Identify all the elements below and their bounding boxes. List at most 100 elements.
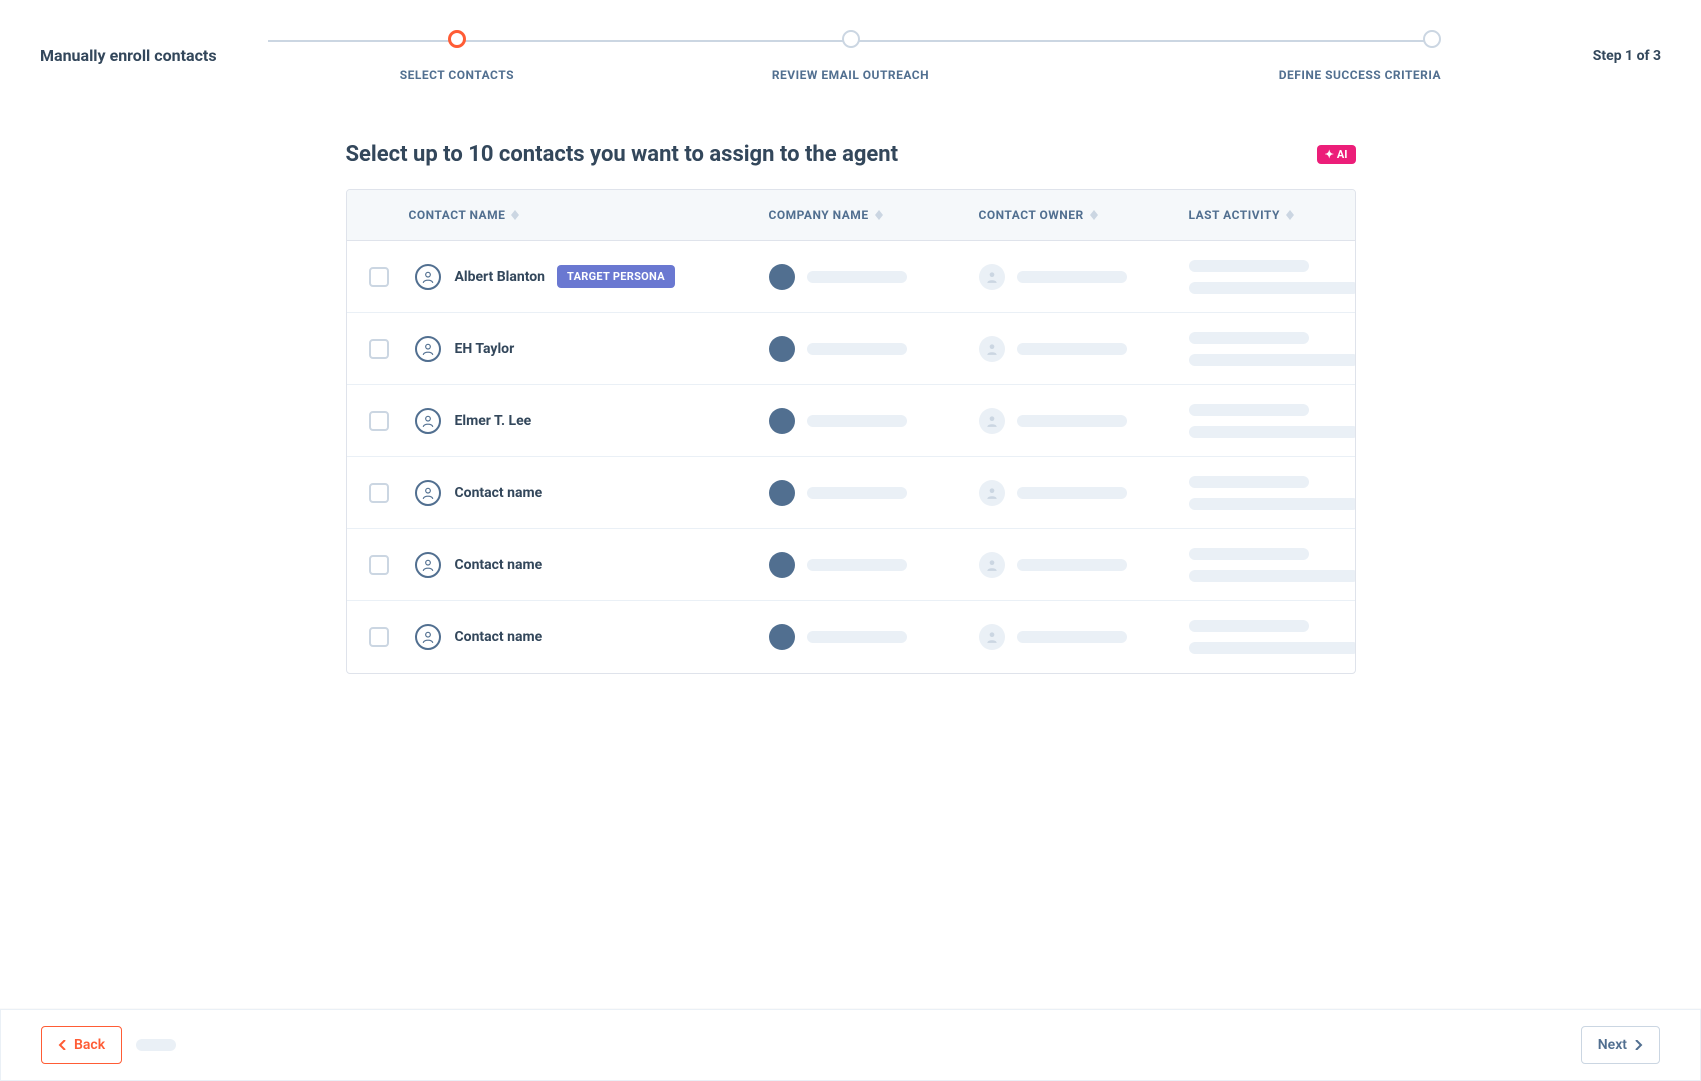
row-checkbox[interactable] bbox=[369, 267, 389, 287]
last-activity-placeholder bbox=[1189, 260, 1309, 272]
row-checkbox[interactable] bbox=[369, 483, 389, 503]
contact-owner-placeholder bbox=[1017, 415, 1127, 427]
column-label: CONTACT NAME bbox=[409, 208, 506, 222]
sort-icon bbox=[1090, 210, 1098, 220]
row-checkbox[interactable] bbox=[369, 339, 389, 359]
page-title: Manually enroll contacts bbox=[40, 46, 217, 65]
footer-placeholder bbox=[136, 1039, 176, 1051]
company-name-placeholder bbox=[807, 631, 907, 643]
table-row[interactable]: Elmer T. Lee bbox=[347, 385, 1355, 457]
contact-name: Elmer T. Lee bbox=[455, 413, 532, 429]
ai-badge-label: AI bbox=[1337, 148, 1348, 161]
person-icon bbox=[415, 624, 441, 650]
column-company-name[interactable]: COMPANY NAME bbox=[769, 208, 979, 222]
table-row[interactable]: Contact name bbox=[347, 601, 1355, 673]
main-content: Select up to 10 contacts you want to ass… bbox=[326, 142, 1376, 674]
next-button[interactable]: Next bbox=[1581, 1026, 1660, 1064]
sort-icon bbox=[1286, 210, 1294, 220]
column-checkbox bbox=[369, 208, 409, 222]
last-activity-placeholder bbox=[1189, 548, 1309, 560]
step-label: REVIEW EMAIL OUTREACH bbox=[772, 68, 929, 82]
last-activity-placeholder bbox=[1189, 282, 1356, 294]
company-avatar-icon bbox=[769, 480, 795, 506]
company-avatar-icon bbox=[769, 264, 795, 290]
owner-avatar-icon bbox=[979, 552, 1005, 578]
contact-owner-placeholder bbox=[1017, 559, 1127, 571]
person-icon bbox=[415, 480, 441, 506]
person-icon bbox=[415, 336, 441, 362]
last-activity-placeholder bbox=[1189, 570, 1356, 582]
row-checkbox[interactable] bbox=[369, 555, 389, 575]
table-row[interactable]: Contact name bbox=[347, 529, 1355, 601]
ai-badge[interactable]: ✦ AI bbox=[1317, 145, 1356, 164]
company-name-placeholder bbox=[807, 271, 907, 283]
content-title: Select up to 10 contacts you want to ass… bbox=[346, 142, 899, 167]
step-select-contacts[interactable]: SELECT CONTACTS bbox=[260, 30, 654, 82]
sort-icon bbox=[511, 210, 519, 220]
sort-icon bbox=[875, 210, 883, 220]
company-name-placeholder bbox=[807, 487, 907, 499]
company-avatar-icon bbox=[769, 408, 795, 434]
owner-avatar-icon bbox=[979, 336, 1005, 362]
step-circle-icon bbox=[1423, 30, 1441, 48]
owner-avatar-icon bbox=[979, 624, 1005, 650]
content-header: Select up to 10 contacts you want to ass… bbox=[346, 142, 1356, 167]
owner-avatar-icon bbox=[979, 264, 1005, 290]
step-counter: Step 1 of 3 bbox=[1593, 48, 1661, 64]
company-avatar-icon bbox=[769, 624, 795, 650]
contacts-table: CONTACT NAME COMPANY NAME CONTACT OWNER bbox=[346, 189, 1356, 674]
last-activity-placeholder bbox=[1189, 476, 1309, 488]
column-label: CONTACT OWNER bbox=[979, 208, 1084, 222]
step-label: DEFINE SUCCESS CRITERIA bbox=[1279, 68, 1441, 82]
column-label: LAST ACTIVITY bbox=[1189, 208, 1280, 222]
footer-left: Back bbox=[41, 1026, 176, 1064]
table-header: CONTACT NAME COMPANY NAME CONTACT OWNER bbox=[347, 190, 1355, 241]
last-activity-placeholder bbox=[1189, 404, 1309, 416]
person-icon bbox=[415, 408, 441, 434]
contact-owner-placeholder bbox=[1017, 631, 1127, 643]
owner-avatar-icon bbox=[979, 480, 1005, 506]
chevron-left-icon bbox=[58, 1040, 68, 1050]
table-row[interactable]: Albert BlantonTARGET PERSONA bbox=[347, 241, 1355, 313]
back-button[interactable]: Back bbox=[41, 1026, 122, 1064]
topbar: Manually enroll contacts SELECT CONTACTS… bbox=[0, 0, 1701, 92]
step-review-email-outreach[interactable]: REVIEW EMAIL OUTREACH bbox=[654, 30, 1048, 82]
column-label: COMPANY NAME bbox=[769, 208, 869, 222]
next-button-label: Next bbox=[1598, 1037, 1627, 1053]
step-circle-icon bbox=[842, 30, 860, 48]
table-row[interactable]: EH Taylor bbox=[347, 313, 1355, 385]
contact-name: Contact name bbox=[455, 485, 543, 501]
last-activity-placeholder bbox=[1189, 426, 1356, 438]
person-icon bbox=[415, 552, 441, 578]
wizard-stepper: SELECT CONTACTS REVIEW EMAIL OUTREACH DE… bbox=[260, 30, 1441, 82]
company-avatar-icon bbox=[769, 552, 795, 578]
contact-owner-placeholder bbox=[1017, 271, 1127, 283]
contact-name: EH Taylor bbox=[455, 341, 515, 357]
person-icon bbox=[415, 264, 441, 290]
last-activity-placeholder bbox=[1189, 332, 1309, 344]
row-checkbox[interactable] bbox=[369, 627, 389, 647]
last-activity-placeholder bbox=[1189, 498, 1356, 510]
step-define-success-criteria[interactable]: DEFINE SUCCESS CRITERIA bbox=[1047, 30, 1441, 82]
column-last-activity[interactable]: LAST ACTIVITY bbox=[1189, 208, 1333, 222]
last-activity-placeholder bbox=[1189, 642, 1356, 654]
contact-name: Albert Blanton bbox=[455, 269, 546, 285]
back-button-label: Back bbox=[74, 1037, 105, 1053]
contact-name: Contact name bbox=[455, 557, 543, 573]
owner-avatar-icon bbox=[979, 408, 1005, 434]
contact-owner-placeholder bbox=[1017, 343, 1127, 355]
contact-owner-placeholder bbox=[1017, 487, 1127, 499]
table-row[interactable]: Contact name bbox=[347, 457, 1355, 529]
company-name-placeholder bbox=[807, 343, 907, 355]
contact-name: Contact name bbox=[455, 629, 543, 645]
column-contact-name[interactable]: CONTACT NAME bbox=[409, 208, 769, 222]
sparkle-icon: ✦ bbox=[1325, 148, 1334, 161]
company-avatar-icon bbox=[769, 336, 795, 362]
column-contact-owner[interactable]: CONTACT OWNER bbox=[979, 208, 1189, 222]
last-activity-placeholder bbox=[1189, 620, 1309, 632]
wizard-footer: Back Next bbox=[0, 1009, 1701, 1081]
row-checkbox[interactable] bbox=[369, 411, 389, 431]
step-label: SELECT CONTACTS bbox=[400, 68, 514, 82]
company-name-placeholder bbox=[807, 415, 907, 427]
company-name-placeholder bbox=[807, 559, 907, 571]
